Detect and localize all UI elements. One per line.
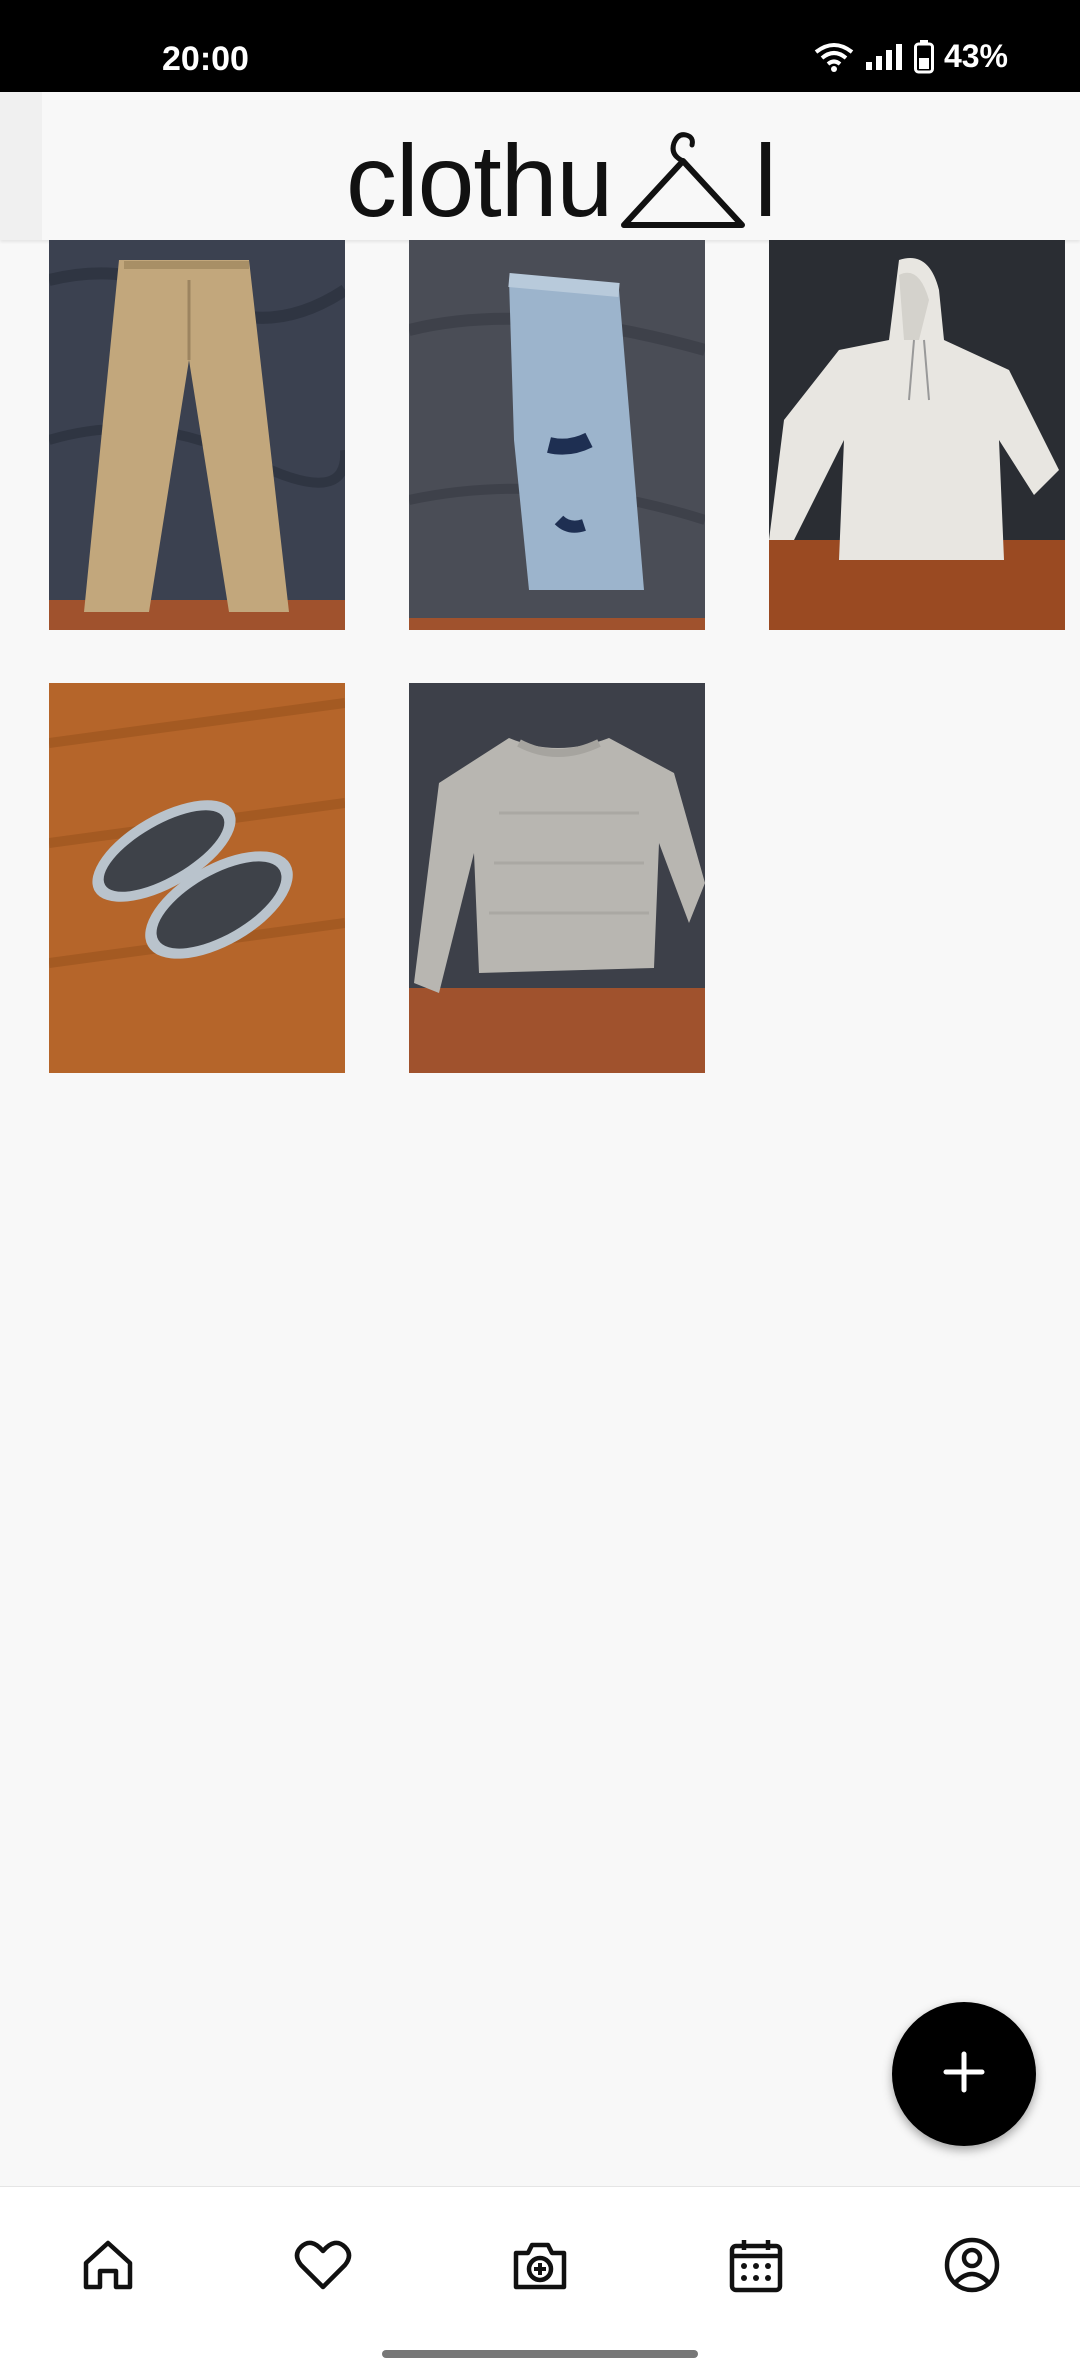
pants-image	[49, 240, 345, 630]
nav-favorites[interactable]	[285, 2229, 361, 2305]
bottom-navigation	[0, 2186, 1080, 2377]
app-header: clothu l	[0, 92, 1080, 240]
plus-icon	[942, 2050, 986, 2099]
hanger-icon	[618, 131, 748, 236]
nav-home[interactable]	[70, 2229, 146, 2305]
app-logo: clothu l	[346, 122, 777, 238]
add-item-button[interactable]	[892, 2002, 1036, 2146]
status-time: 20:00	[162, 40, 249, 78]
clothing-item-hoodie[interactable]	[769, 240, 1065, 630]
drawer-edge[interactable]	[0, 92, 42, 240]
hoodie-image	[769, 240, 1065, 630]
camera-add-icon	[510, 2237, 570, 2298]
home-indicator[interactable]	[382, 2350, 698, 2358]
sweater-image	[409, 683, 705, 1073]
wifi-icon	[814, 42, 854, 72]
nav-calendar[interactable]	[718, 2229, 794, 2305]
nav-profile[interactable]	[934, 2229, 1010, 2305]
clothing-item-pants[interactable]	[49, 240, 345, 630]
home-icon	[80, 2237, 136, 2298]
shorts-image	[409, 240, 705, 630]
logo-text-left: clothu	[346, 124, 613, 238]
status-icons: 43%	[814, 38, 1008, 75]
logo-text-right: l	[754, 124, 777, 238]
nav-camera[interactable]	[502, 2229, 578, 2305]
clothing-item-sweater[interactable]	[409, 683, 705, 1073]
slippers-image	[49, 683, 345, 1073]
heart-icon	[293, 2237, 353, 2298]
battery-percentage: 43%	[943, 38, 1008, 74]
calendar-icon	[728, 2236, 784, 2299]
battery-icon	[913, 39, 934, 74]
signal-icon	[864, 42, 904, 72]
clothing-item-shorts[interactable]	[409, 240, 705, 630]
clothing-item-slippers[interactable]	[49, 683, 345, 1073]
status-bar: 20:00 43%	[0, 0, 1080, 92]
profile-icon	[943, 2236, 1001, 2299]
